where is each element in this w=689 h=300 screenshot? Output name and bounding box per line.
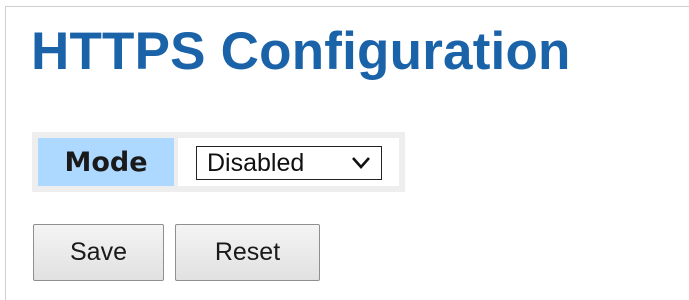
mode-label-cell: Mode [38, 138, 174, 186]
chevron-down-icon [352, 157, 370, 169]
page-title: HTTPS Configuration [31, 22, 571, 81]
mode-select[interactable]: Disabled [196, 146, 382, 180]
mode-label: Mode [64, 146, 148, 178]
https-config-table: Mode Disabled [32, 132, 405, 192]
mode-value-cell: Disabled [178, 138, 399, 186]
save-button[interactable]: Save [33, 224, 164, 281]
reset-button[interactable]: Reset [175, 224, 320, 281]
mode-select-value: Disabled [207, 148, 305, 177]
